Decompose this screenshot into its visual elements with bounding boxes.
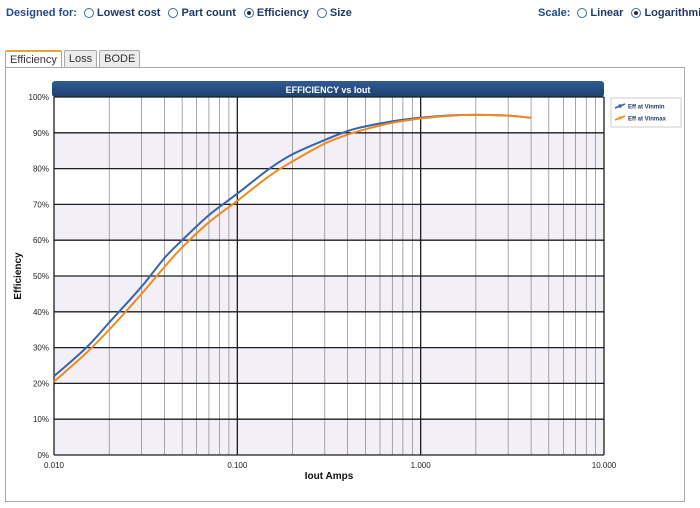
plot-band (54, 240, 604, 276)
y-tick-label: 80% (33, 165, 49, 174)
legend-marker-icon: × (618, 116, 622, 123)
radio-part-count-icon[interactable] (168, 8, 179, 18)
y-tick-label: 70% (33, 200, 49, 209)
option-logarithmic-label: Logarithmic (644, 7, 700, 19)
chart-panel: EFFICIENCY vs Iout 0% 10% 20% 30% 40% 50% 60% 7… (5, 67, 685, 502)
plot-band (54, 419, 604, 455)
option-part-count[interactable]: Part count (168, 7, 236, 19)
scale-group: Scale: Linear Logarithmic (538, 7, 700, 19)
plot-band (54, 347, 604, 384)
radio-logarithmic-icon[interactable] (631, 8, 642, 18)
designed-for-group: Designed for: Lowest cost Part count Eff… (6, 7, 360, 19)
y-tick-label: 50% (33, 272, 49, 281)
option-linear-label: Linear (590, 7, 624, 19)
radio-efficiency-icon[interactable] (243, 8, 254, 18)
radio-size-icon[interactable] (316, 8, 327, 18)
y-tick-label: 60% (33, 236, 49, 245)
x-tick-label: 10.000 (592, 461, 617, 470)
y-tick-label: 40% (33, 308, 49, 317)
plot-band (54, 204, 604, 241)
chart-title: EFFICIENCY vs Iout (286, 85, 371, 95)
plot-band (54, 97, 604, 133)
option-efficiency[interactable]: Efficiency (243, 7, 309, 19)
y-tick-label: 100% (29, 93, 49, 102)
designed-for-label: Designed for: (6, 7, 77, 19)
y-tick-label: 90% (33, 129, 49, 138)
plot-band (54, 311, 604, 348)
chart-tabs: Efficiency Loss BODE (5, 50, 142, 69)
legend: Eff at Vinmin × Eff at Vinmax (610, 97, 682, 128)
scale-label: Scale: (538, 7, 571, 19)
option-efficiency-label: Efficiency (256, 7, 309, 19)
y-tick-label: 10% (33, 415, 49, 424)
radio-linear-icon[interactable] (577, 8, 588, 18)
option-linear[interactable]: Linear (577, 7, 623, 19)
y-axis-label: Efficiency (13, 252, 24, 300)
y-tick-label: 0% (37, 451, 49, 460)
option-lowest-cost[interactable]: Lowest cost (83, 7, 161, 19)
legend-marker-icon (618, 104, 622, 108)
y-tick-label: 30% (33, 344, 49, 353)
option-logarithmic[interactable]: Logarithmic (631, 7, 700, 19)
option-size-label: Size (329, 7, 352, 19)
legend-entry-label: Eff at Vinmax (628, 117, 667, 123)
efficiency-chart: EFFICIENCY vs Iout 0% 10% 20% 30% 40% 50% 60% 7… (13, 81, 682, 482)
option-part-count-label: Part count (181, 7, 236, 19)
x-tick-label: 0.010 (44, 461, 65, 470)
top-controls: Designed for: Lowest cost Part count Eff… (0, 0, 700, 28)
tab-bode[interactable]: BODE (99, 50, 141, 68)
x-tick-label: 1.000 (411, 461, 432, 470)
option-lowest-cost-label: Lowest cost (96, 7, 161, 19)
legend-entry-label: Eff at Vinmin (628, 105, 665, 111)
y-tick-label: 20% (33, 379, 49, 388)
plot-band (54, 383, 604, 420)
x-axis-label: Iout Amps (305, 471, 354, 482)
x-tick-label: 0.100 (227, 461, 248, 470)
legend-box (610, 97, 682, 128)
radio-lowest-cost-icon[interactable] (83, 8, 94, 18)
tab-loss[interactable]: Loss (63, 50, 98, 68)
plot-band (54, 168, 604, 205)
option-size[interactable]: Size (316, 7, 352, 19)
